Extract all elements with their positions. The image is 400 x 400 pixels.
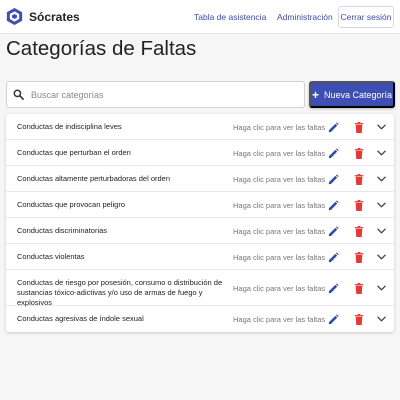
view-faults-hint[interactable]: Haga clic para ver las faltas	[233, 315, 325, 324]
category-row[interactable]: Conductas que perturban el orden Haga cli…	[6, 140, 394, 166]
category-name: Conductas que perturban el orden	[17, 148, 131, 157]
category-name: Conductas de indisciplina leves	[17, 122, 122, 131]
category-name: Conductas discriminatorias	[17, 226, 108, 235]
logout-button[interactable]: Cerrar sesión	[338, 6, 394, 28]
category-row[interactable]: Conductas agresivas de índole sexual Haga…	[6, 306, 394, 332]
chevron-down-icon[interactable]	[377, 316, 386, 322]
pencil-icon[interactable]	[328, 282, 339, 294]
pencil-icon[interactable]	[328, 147, 339, 159]
chevron-down-icon[interactable]	[377, 202, 386, 208]
pencil-icon[interactable]	[328, 121, 339, 133]
chevron-down-icon[interactable]	[377, 150, 386, 156]
category-row[interactable]: Conductas de riesgo por posesión, consum…	[6, 270, 394, 307]
app-name: Sócrates	[29, 9, 80, 24]
category-row[interactable]: Conductas de indisciplina leves Haga clic…	[6, 114, 394, 140]
add-category-label: Nueva Categoría	[323, 89, 393, 100]
chevron-down-icon[interactable]	[377, 228, 386, 234]
view-faults-hint[interactable]: Haga clic para ver las faltas	[233, 175, 325, 184]
pencil-icon[interactable]	[328, 225, 339, 237]
add-category-button[interactable]: + Nueva Categoría	[309, 81, 395, 108]
view-faults-hint[interactable]: Haga clic para ver las faltas	[233, 149, 325, 158]
pencil-icon[interactable]	[328, 173, 339, 185]
trash-icon[interactable]	[354, 313, 364, 325]
category-row[interactable]: Conductas discriminatorias Haga clic para…	[6, 218, 394, 244]
pencil-icon[interactable]	[328, 251, 339, 263]
trash-icon[interactable]	[354, 199, 364, 211]
trash-icon[interactable]	[354, 121, 364, 133]
view-faults-hint[interactable]: Haga clic para ver las faltas	[233, 201, 325, 210]
pencil-icon[interactable]	[328, 313, 339, 325]
brand-logo-icon	[6, 8, 23, 25]
pencil-icon[interactable]	[328, 199, 339, 211]
category-name: Conductas de riesgo por posesión, consum…	[17, 278, 223, 307]
top-navbar: Sócrates Tabla de asistencia Administrac…	[0, 0, 400, 34]
category-row[interactable]: Conductas que provocan peligro Haga clic …	[6, 192, 394, 218]
nav-attendance-link[interactable]: Tabla de asistencia	[194, 12, 266, 22]
nav-admin-link[interactable]: Administración	[277, 12, 333, 22]
chevron-down-icon[interactable]	[377, 176, 386, 182]
category-name: Conductas altamente perturbadoras del or…	[17, 174, 171, 183]
view-faults-hint[interactable]: Haga clic para ver las faltas	[233, 227, 325, 236]
category-row[interactable]: Conductas violentas Haga clic para ver la…	[6, 244, 394, 270]
page-title: Categorías de Faltas	[6, 37, 197, 60]
search-box[interactable]	[6, 81, 305, 108]
search-input[interactable]	[31, 86, 299, 104]
category-name: Conductas agresivas de índole sexual	[17, 314, 144, 323]
brand[interactable]: Sócrates	[6, 7, 80, 26]
trash-icon[interactable]	[354, 173, 364, 185]
category-list: Conductas de indisciplina leves Haga clic…	[6, 114, 394, 332]
chevron-down-icon[interactable]	[377, 285, 386, 291]
trash-icon[interactable]	[354, 251, 364, 263]
view-faults-hint[interactable]: Haga clic para ver las faltas	[233, 253, 325, 262]
chevron-down-icon[interactable]	[377, 124, 386, 130]
search-icon	[13, 89, 24, 100]
trash-icon[interactable]	[354, 225, 364, 237]
trash-icon[interactable]	[354, 147, 364, 159]
category-row[interactable]: Conductas altamente perturbadoras del or…	[6, 166, 394, 192]
trash-icon[interactable]	[354, 282, 364, 294]
plus-icon: +	[311, 87, 319, 102]
category-name: Conductas que provocan peligro	[17, 200, 125, 209]
view-faults-hint[interactable]: Haga clic para ver las faltas	[233, 284, 325, 293]
chevron-down-icon[interactable]	[377, 254, 386, 260]
category-name: Conductas violentas	[17, 252, 85, 261]
view-faults-hint[interactable]: Haga clic para ver las faltas	[233, 123, 325, 132]
